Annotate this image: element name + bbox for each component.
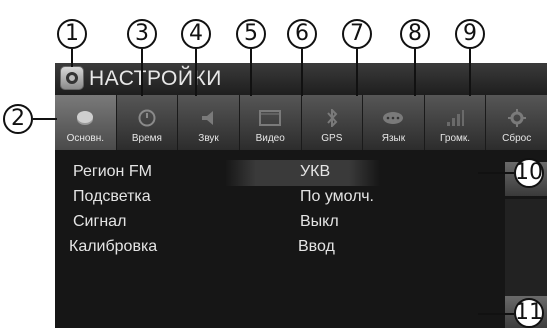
tab-volume[interactable]: Громк. [425, 95, 487, 150]
callout-4: 4 [181, 19, 211, 49]
settings-list: Регион FM УКВ Подсветка По умолч. Сигнал… [55, 150, 547, 328]
tab-general[interactable]: Основн. [55, 95, 117, 150]
callout-5-leader [250, 49, 252, 96]
satellite-icon [321, 109, 343, 127]
callout-11: 11 [514, 298, 544, 328]
callout-11-leader [478, 313, 514, 315]
scrollbar-track[interactable] [505, 199, 547, 296]
callout-9: 9 [455, 19, 485, 49]
callout-9-leader [469, 49, 471, 96]
fm-region-label: Регион FM [73, 163, 152, 180]
tab-gps[interactable]: GPS [302, 95, 364, 150]
calibration-value[interactable]: Ввод [298, 238, 335, 256]
reset-gear-icon [506, 109, 528, 127]
callout-6: 6 [287, 19, 317, 49]
callout-7: 7 [342, 19, 372, 49]
tab-time[interactable]: Время [117, 95, 179, 150]
callout-5: 5 [236, 19, 266, 49]
callout-3: 3 [127, 19, 157, 49]
settings-tabs: Основн. Время Звук Видео GPS Язык Громк.… [55, 95, 547, 150]
tab-video[interactable]: Видео [240, 95, 302, 150]
clock-icon [136, 109, 158, 127]
signal-label: Сигнал [73, 213, 127, 230]
callout-1-leader [71, 49, 73, 67]
page-title: НАСТРОЙКИ [89, 67, 222, 90]
tab-sound[interactable]: Звук [178, 95, 240, 150]
settings-gear-icon[interactable] [60, 66, 84, 90]
speaker-icon [198, 109, 220, 127]
callout-3-leader [141, 49, 143, 96]
callout-10-leader [478, 172, 514, 174]
signal-value[interactable]: Выкл [300, 213, 339, 231]
callout-8-leader [414, 49, 416, 96]
calibration-label: Калибровка [69, 238, 158, 255]
speech-bubble-icon [382, 109, 404, 127]
callout-1: 1 [57, 19, 87, 49]
tab-reset[interactable]: Сброс [486, 95, 547, 150]
film-icon [259, 109, 282, 127]
callout-8: 8 [400, 19, 430, 49]
callout-2: 2 [3, 104, 33, 134]
fm-region-value[interactable]: УКВ [300, 163, 330, 181]
settings-screen: НАСТРОЙКИ Основн. Время Звук Видео GPS Я… [55, 63, 547, 328]
callout-7-leader [356, 49, 358, 96]
backlight-value[interactable]: По умолч. [300, 188, 374, 206]
callout-2-leader [33, 118, 57, 120]
callout-6-leader [301, 49, 303, 96]
callout-10: 10 [514, 158, 544, 188]
callout-4-leader [195, 49, 197, 96]
disc-icon [74, 109, 96, 127]
backlight-label: Подсветка [73, 188, 151, 205]
volume-bars-icon [444, 109, 466, 127]
tab-language[interactable]: Язык [363, 95, 425, 150]
